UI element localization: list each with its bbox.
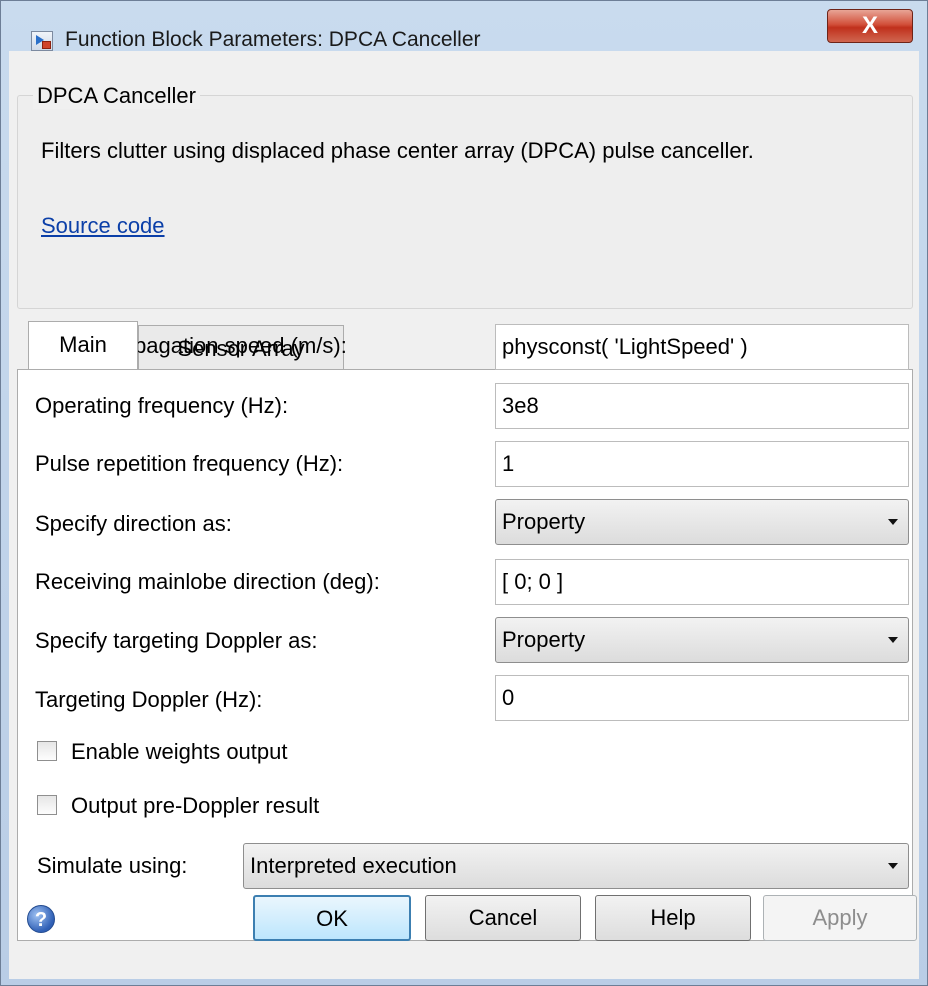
mainlobe-direction-label: Receiving mainlobe direction (deg):	[35, 569, 380, 594]
prf-label: Pulse repetition frequency (Hz):	[35, 451, 344, 476]
apply-button[interactable]: Apply	[763, 895, 917, 941]
close-icon[interactable]: X	[827, 9, 913, 43]
mainlobe-direction-input[interactable]: [ 0; 0 ]	[495, 559, 909, 605]
simulate-using-label: Simulate using:	[37, 853, 188, 878]
dialog-window: Function Block Parameters: DPCA Cancelle…	[0, 0, 928, 986]
simulink-block-icon	[31, 31, 53, 51]
doppler-source-value: Property	[502, 627, 586, 652]
ok-button[interactable]: OK	[253, 895, 411, 941]
chevron-down-icon	[888, 519, 898, 525]
dialog-content: DPCA Canceller Filters clutter using dis…	[9, 51, 919, 979]
operating-frequency-label: Operating frequency (Hz):	[35, 393, 289, 418]
targeting-doppler-label: Targeting Doppler (Hz):	[35, 687, 263, 712]
chevron-down-icon	[888, 863, 898, 869]
weights-output-checkbox[interactable]	[37, 741, 57, 761]
block-description: Filters clutter using displaced phase ce…	[41, 138, 754, 163]
pre-doppler-checkbox[interactable]	[37, 795, 57, 815]
tab-main[interactable]: Main	[28, 321, 138, 369]
window-title: Function Block Parameters: DPCA Cancelle…	[65, 28, 481, 51]
pre-doppler-label: Output pre-Doppler result	[71, 793, 320, 818]
direction-source-label: Specify direction as:	[35, 511, 232, 536]
operating-frequency-input[interactable]: 3e8	[495, 383, 909, 429]
doppler-source-select[interactable]: Property	[495, 617, 909, 663]
source-code-link[interactable]: Source code	[41, 213, 165, 239]
group-title: DPCA Canceller	[33, 83, 200, 109]
block-description-group	[17, 95, 913, 309]
doppler-source-label: Specify targeting Doppler as:	[35, 628, 318, 653]
direction-source-select[interactable]: Property	[495, 499, 909, 545]
cancel-button[interactable]: Cancel	[425, 895, 581, 941]
block-square-shape	[42, 41, 51, 49]
signal-speed-input[interactable]: physconst( 'LightSpeed' )	[495, 324, 909, 370]
simulate-using-select[interactable]: Interpreted execution	[243, 843, 909, 889]
weights-output-label: Enable weights output	[71, 739, 288, 764]
targeting-doppler-input[interactable]: 0	[495, 675, 909, 721]
help-icon[interactable]: ?	[27, 905, 55, 933]
prf-input[interactable]: 1	[495, 441, 909, 487]
help-button[interactable]: Help	[595, 895, 751, 941]
simulate-using-value: Interpreted execution	[250, 853, 457, 878]
direction-source-value: Property	[502, 509, 586, 534]
chevron-down-icon	[888, 637, 898, 643]
